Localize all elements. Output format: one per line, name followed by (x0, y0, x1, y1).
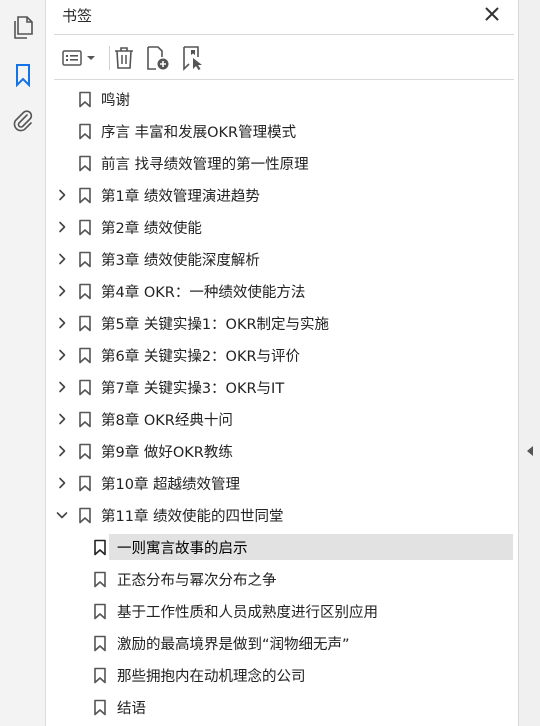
bookmark-label: 正态分布与幂次分布之争 (117, 573, 277, 589)
bookmark-icon (94, 571, 106, 588)
bookmark-icon (94, 699, 106, 716)
bookmark-label: 基于工作性质和人员成熟度进行区别应用 (117, 605, 378, 621)
search-bookmark-button[interactable] (180, 45, 206, 71)
bookmark-item[interactable]: 前言 找寻绩效管理的第一性原理 (46, 150, 518, 176)
bookmark-item[interactable]: 第11章 绩效使能的四世同堂 (46, 502, 518, 528)
chevron-right-icon[interactable] (53, 282, 71, 300)
bookmark-item[interactable]: 序言 丰富和发展OKR管理模式 (46, 118, 518, 144)
options-menu-icon (62, 50, 95, 66)
collapse-arrow-icon[interactable] (525, 444, 535, 458)
bookmark-label: 第8章 OKR经典十问 (101, 413, 233, 429)
bookmark-item[interactable]: 第10章 超越绩效管理 (46, 470, 518, 496)
bookmark-item[interactable]: 正态分布与幂次分布之争 (46, 566, 518, 592)
panel-title: 书签 (62, 7, 93, 25)
bookmark-item[interactable]: 第4章 OKR：一种绩效使能方法 (46, 278, 518, 304)
bookmark-item[interactable]: 基于工作性质和人员成熟度进行区别应用 (46, 598, 518, 624)
bookmark-label: 第5章 关键实操1：OKR制定与实施 (101, 317, 330, 333)
bookmark-item[interactable]: 激励的最高境界是做到“润物细无声” (46, 630, 518, 656)
bookmark-item[interactable]: 鸣谢 (46, 86, 518, 112)
attachment-icon[interactable] (9, 107, 37, 135)
bookmark-icon (79, 315, 91, 332)
chevron-right-icon[interactable] (53, 346, 71, 364)
bookmark-label: 那些拥抱内在动机理念的公司 (117, 669, 306, 685)
bookmark-icon[interactable] (9, 61, 37, 89)
chevron-right-icon[interactable] (53, 250, 71, 268)
delete-bookmark-button[interactable] (112, 45, 136, 71)
bookmark-item[interactable]: 第8章 OKR经典十问 (46, 406, 518, 432)
bookmark-icon (79, 155, 91, 172)
bookmark-label: 一则寓言故事的启示 (117, 541, 248, 557)
bookmark-icon (79, 347, 91, 364)
bookmark-item[interactable]: 第2章 绩效使能 (46, 214, 518, 240)
chevron-right-icon[interactable] (53, 186, 71, 204)
bookmark-label: 激励的最高境界是做到“润物细无声” (117, 637, 350, 653)
chevron-right-icon[interactable] (53, 410, 71, 428)
bookmarks-panel: 书签 鸣谢 序言 丰富和发展OKR管理模式 前言 找寻绩效管理的第一性原理 第1… (46, 0, 518, 726)
new-bookmark-button[interactable] (144, 45, 172, 71)
chevron-down-icon[interactable] (53, 506, 71, 524)
bookmark-item[interactable]: 第3章 绩效使能深度解析 (46, 246, 518, 272)
navigation-pane (0, 0, 46, 726)
bookmark-icon (79, 507, 91, 524)
bookmark-label: 第2章 绩效使能 (101, 221, 202, 237)
bookmark-item[interactable]: 一则寓言故事的启示 (46, 534, 518, 560)
pages-icon[interactable] (9, 14, 37, 42)
bookmark-icon (79, 219, 91, 236)
bookmark-label: 前言 找寻绩效管理的第一性原理 (101, 157, 309, 173)
delete-bookmark-icon (115, 47, 133, 69)
bookmark-icon (94, 635, 106, 652)
bookmark-icon (94, 667, 106, 684)
bookmark-label: 第11章 绩效使能的四世同堂 (101, 509, 284, 525)
bookmark-icon (79, 379, 91, 396)
bookmark-item[interactable]: 第7章 关键实操3：OKR与IT (46, 374, 518, 400)
chevron-right-icon[interactable] (53, 378, 71, 396)
bookmark-icon (79, 443, 91, 460)
divider (54, 34, 514, 35)
search-bookmark-icon (183, 46, 202, 71)
chevron-right-icon[interactable] (53, 218, 71, 236)
bookmark-label: 第3章 绩效使能深度解析 (101, 253, 260, 269)
close-icon[interactable] (482, 4, 502, 24)
toolbar-separator (109, 46, 110, 70)
bookmark-label: 第1章 绩效管理演进趋势 (101, 189, 260, 205)
bookmark-item[interactable]: 第9章 做好OKR教练 (46, 438, 518, 464)
bookmark-icon (94, 603, 106, 620)
panel-collapse-strip[interactable] (518, 0, 540, 726)
chevron-right-icon[interactable] (53, 314, 71, 332)
bookmark-item[interactable]: 结语 (46, 694, 518, 720)
bookmark-label: 鸣谢 (101, 93, 130, 109)
bookmark-label: 第10章 超越绩效管理 (101, 477, 241, 493)
bookmark-icon (79, 283, 91, 300)
bookmark-label: 序言 丰富和发展OKR管理模式 (101, 125, 297, 141)
bookmark-item[interactable]: 那些拥抱内在动机理念的公司 (46, 662, 518, 688)
divider (54, 79, 514, 80)
bookmark-icon (79, 411, 91, 428)
bookmark-label: 第4章 OKR：一种绩效使能方法 (101, 285, 306, 301)
bookmark-icon (79, 123, 91, 140)
bookmark-icon (79, 475, 91, 492)
bookmark-item[interactable]: 第1章 绩效管理演进趋势 (46, 182, 518, 208)
bookmark-icon (79, 91, 91, 108)
bookmark-icon (94, 539, 106, 556)
bookmark-label: 第7章 关键实操3：OKR与IT (101, 381, 285, 397)
bookmark-item[interactable]: 第5章 关键实操1：OKR制定与实施 (46, 310, 518, 336)
bookmark-icon (79, 251, 91, 268)
options-menu-button[interactable] (60, 45, 98, 71)
bookmark-label: 第6章 关键实操2：OKR与评价 (101, 349, 301, 365)
bookmark-label: 结语 (117, 701, 146, 717)
bookmark-item[interactable]: 第6章 关键实操2：OKR与评价 (46, 342, 518, 368)
chevron-right-icon[interactable] (53, 474, 71, 492)
new-bookmark-icon (147, 46, 169, 70)
bookmark-icon (79, 187, 91, 204)
chevron-right-icon[interactable] (53, 442, 71, 460)
bookmark-label: 第9章 做好OKR教练 (101, 445, 233, 461)
